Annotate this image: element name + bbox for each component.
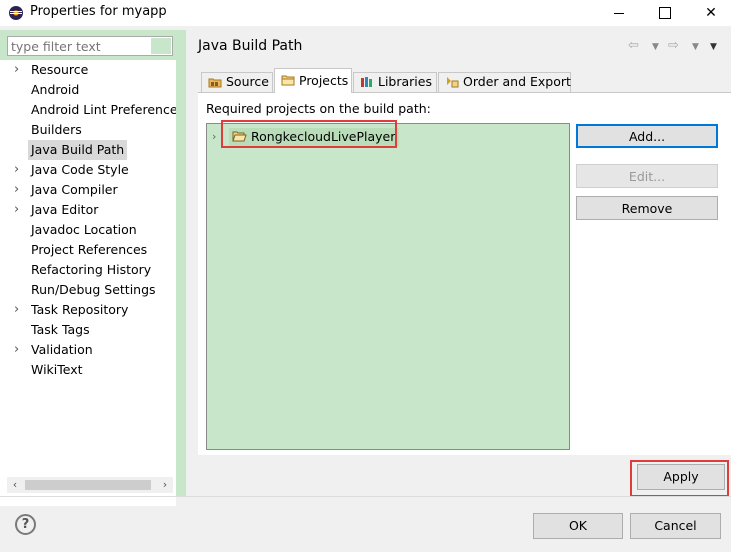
tree-item-label: Javadoc Location <box>31 222 137 237</box>
chevron-right-icon[interactable]: › <box>14 340 19 360</box>
minimize-button[interactable] <box>596 0 642 26</box>
forward-arrow-icon[interactable]: ⇨ <box>668 38 679 54</box>
tree-item-resource[interactable]: › Resource <box>0 60 176 80</box>
ok-button[interactable]: OK <box>533 513 623 539</box>
edit-button[interactable]: Edit... <box>576 164 718 188</box>
order-export-icon <box>447 77 459 88</box>
back-dropdown-icon[interactable]: ▼ <box>652 42 659 58</box>
required-projects-label: Required projects on the build path: <box>206 101 431 116</box>
tree-item-label: Android <box>31 82 80 97</box>
chevron-right-icon[interactable]: › <box>14 300 19 320</box>
tree-item-label: Java Code Style <box>31 162 129 177</box>
tree-item-java-build-path[interactable]: Java Build Path <box>0 140 176 160</box>
chevron-right-icon[interactable]: › <box>14 180 19 200</box>
tab-projects[interactable]: Projects <box>274 68 352 93</box>
scrollbar-thumb[interactable] <box>25 480 151 490</box>
expand-icon[interactable]: › <box>212 130 216 143</box>
tree-item-android-lint[interactable]: Android Lint Preferences <box>0 100 176 120</box>
tree-item-android[interactable]: Android <box>0 80 176 100</box>
folder-icon <box>281 75 295 86</box>
tab-label: Projects <box>299 73 349 88</box>
forward-dropdown-icon[interactable]: ▼ <box>692 42 699 58</box>
tree-item-label: Java Editor <box>31 202 99 217</box>
projects-list[interactable]: › RongkecloudLivePlayer <box>206 123 570 450</box>
tab-libraries[interactable]: Libraries <box>353 72 437 92</box>
tree-item-wikitext[interactable]: WikiText <box>0 360 176 380</box>
tab-label: Source <box>226 74 269 89</box>
tab-order-and-export[interactable]: Order and Export <box>438 72 571 92</box>
title-bar: Properties for myapp ✕ <box>0 0 731 26</box>
property-tree: › Resource Android Android Lint Preferenc… <box>0 60 176 506</box>
tree-item-javadoc-location[interactable]: Javadoc Location <box>0 220 176 240</box>
eclipse-icon <box>9 6 23 20</box>
horizontal-scrollbar[interactable]: ‹ › <box>7 477 173 493</box>
tree-item-label: Java Compiler <box>31 182 118 197</box>
clear-filter-icon[interactable] <box>151 38 171 54</box>
chevron-right-icon[interactable]: › <box>14 160 19 180</box>
tree-item-label: Task Tags <box>31 322 90 337</box>
footer-divider <box>0 496 731 497</box>
tab-label: Libraries <box>378 74 432 89</box>
cancel-button[interactable]: Cancel <box>630 513 721 539</box>
left-panel: › Resource Android Android Lint Preferenc… <box>0 30 186 506</box>
tree-item-label: Validation <box>31 342 93 357</box>
tree-item-java-compiler[interactable]: › Java Compiler <box>0 180 176 200</box>
tree-item-label: Android Lint Preferences <box>31 102 176 117</box>
chevron-right-icon[interactable]: › <box>14 200 19 220</box>
remove-button[interactable]: Remove <box>576 196 718 220</box>
tree-item-project-references[interactable]: Project References <box>0 240 176 260</box>
close-button[interactable]: ✕ <box>688 0 731 26</box>
tree-item-label: Project References <box>31 242 148 257</box>
project-highlight-box <box>221 120 397 148</box>
tab-source[interactable]: Source <box>201 72 273 92</box>
maximize-button[interactable] <box>642 0 688 26</box>
chevron-right-icon[interactable]: › <box>14 60 19 80</box>
tree-item-validation[interactable]: › Validation <box>0 340 176 360</box>
tree-item-builders[interactable]: Builders <box>0 120 176 140</box>
tree-item-label: WikiText <box>31 362 83 377</box>
tree-item-task-repository[interactable]: › Task Repository <box>0 300 176 320</box>
page-title: Java Build Path <box>198 38 303 54</box>
library-icon <box>361 77 372 87</box>
tab-label: Order and Export <box>463 74 571 89</box>
tree-item-task-tags[interactable]: Task Tags <box>0 320 176 340</box>
view-menu-icon[interactable]: ▼ <box>710 42 717 58</box>
filter-input[interactable] <box>7 36 173 56</box>
add-button[interactable]: Add... <box>576 124 718 148</box>
tree-item-label: Run/Debug Settings <box>31 282 156 297</box>
panel-divider[interactable] <box>176 30 186 496</box>
tree-item-label: Refactoring History <box>31 262 152 277</box>
tree-item-label: Java Build Path <box>28 140 128 160</box>
back-arrow-icon[interactable]: ⇦ <box>628 38 639 54</box>
scroll-left-icon[interactable]: ‹ <box>7 477 23 493</box>
tree-item-run-debug-settings[interactable]: Run/Debug Settings <box>0 280 176 300</box>
scroll-right-icon[interactable]: › <box>157 477 173 493</box>
help-icon[interactable]: ? <box>15 514 36 535</box>
tree-item-label: Task Repository <box>31 302 129 317</box>
window-title: Properties for myapp <box>30 4 167 19</box>
apply-button[interactable]: Apply <box>637 464 725 490</box>
tree-item-label: Resource <box>31 62 89 77</box>
tree-item-java-code-style[interactable]: › Java Code Style <box>0 160 176 180</box>
tree-item-label: Builders <box>31 122 82 137</box>
tree-item-refactoring-history[interactable]: Refactoring History <box>0 260 176 280</box>
tree-item-java-editor[interactable]: › Java Editor <box>0 200 176 220</box>
source-folder-icon <box>208 78 222 88</box>
